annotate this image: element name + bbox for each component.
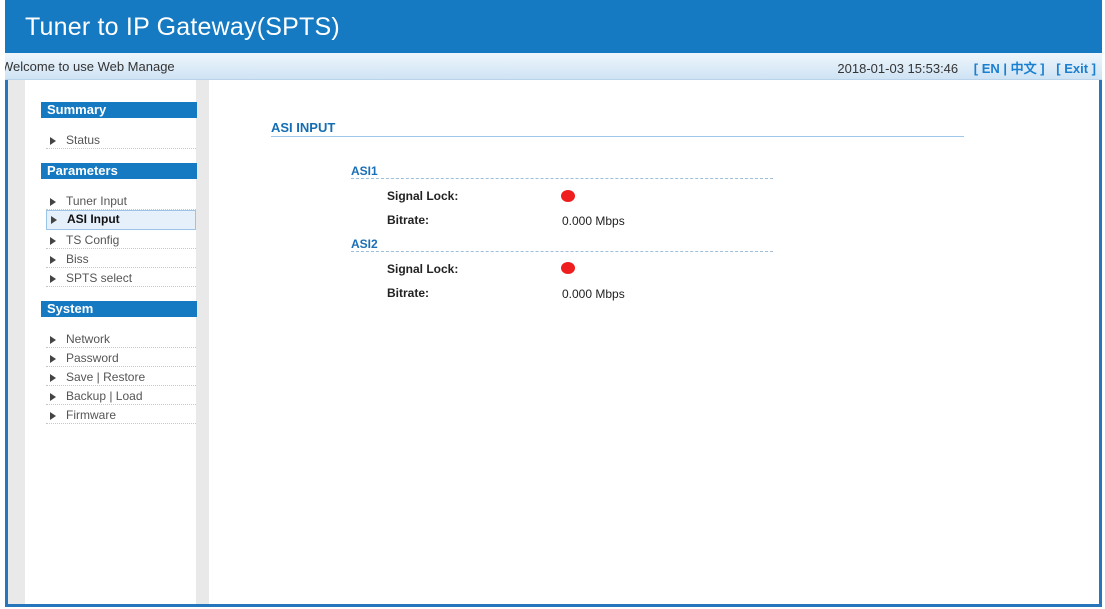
top-bar-right: 2018-01-03 15:53:46 [ EN | 中文 ] [ Exit ] — [837, 58, 1096, 77]
bitrate-value: 0.000 Mbps — [562, 214, 625, 228]
title-divider — [271, 136, 964, 137]
sidebar-item-tuner-input[interactable]: Tuner Input — [46, 193, 196, 210]
group-title-asi1: ASI1 — [351, 164, 378, 178]
triangle-right-icon — [50, 373, 56, 382]
sidebar-section-parameters: Parameters — [41, 163, 211, 179]
app-header: Tuner to IP Gateway(SPTS) — [5, 0, 1102, 53]
datetime: 2018-01-03 15:53:46 — [837, 61, 959, 76]
sidebar: Summary Status Parameters Tuner Input AS… — [25, 80, 211, 604]
bitrate-label: Bitrate: — [387, 286, 430, 300]
welcome-text: Welcome to use Web Manage — [5, 59, 175, 74]
triangle-right-icon — [50, 354, 56, 363]
signal-lock-label: Signal Lock: — [387, 189, 459, 203]
window-frame: Tuner to IP Gateway(SPTS) Welcome to use… — [5, 0, 1102, 607]
app-title: Tuner to IP Gateway(SPTS) — [25, 13, 340, 41]
sidebar-item-backup-load[interactable]: Backup | Load — [46, 388, 196, 405]
signal-lock-label: Signal Lock: — [387, 262, 459, 276]
group-divider — [351, 178, 773, 179]
sidebar-gutter — [197, 80, 209, 604]
sidebar-item-save-restore[interactable]: Save | Restore — [46, 369, 196, 386]
triangle-right-icon — [50, 274, 56, 283]
triangle-right-icon — [50, 392, 56, 401]
main-content: ASI INPUT ASI1 Signal Lock: Bitrate: 0.0… — [209, 80, 1099, 604]
status-dot-icon — [561, 262, 575, 274]
triangle-right-icon — [50, 411, 56, 420]
group-title-asi2: ASI2 — [351, 237, 378, 251]
triangle-right-icon — [50, 136, 56, 145]
language-switch: [ EN | 中文 ] — [973, 61, 1045, 76]
sidebar-item-network[interactable]: Network — [46, 331, 196, 348]
sidebar-item-asi-input[interactable]: ASI Input — [46, 210, 196, 230]
sidebar-item-spts-select[interactable]: SPTS select — [46, 270, 196, 287]
triangle-right-icon — [50, 197, 56, 206]
page-title: ASI INPUT — [271, 120, 336, 135]
triangle-right-icon — [50, 335, 56, 344]
sidebar-item-password[interactable]: Password — [46, 350, 196, 367]
sidebar-section-system: System — [41, 301, 211, 317]
bitrate-value: 0.000 Mbps — [562, 287, 625, 301]
sidebar-section-summary: Summary — [41, 102, 211, 118]
sidebar-item-firmware[interactable]: Firmware — [46, 407, 196, 424]
sidebar-item-status[interactable]: Status — [46, 132, 196, 149]
top-bar: Welcome to use Web Manage 2018-01-03 15:… — [5, 53, 1102, 80]
group-divider — [351, 251, 773, 252]
triangle-right-icon — [51, 215, 57, 224]
status-dot-icon — [561, 190, 575, 202]
sidebar-item-biss[interactable]: Biss — [46, 251, 196, 268]
triangle-right-icon — [50, 236, 56, 245]
exit-link[interactable]: [ Exit ] — [1056, 61, 1096, 76]
sidebar-item-ts-config[interactable]: TS Config — [46, 232, 196, 249]
triangle-right-icon — [50, 255, 56, 264]
bitrate-label: Bitrate: — [387, 213, 430, 227]
lang-en-link[interactable]: EN — [982, 61, 1000, 76]
lang-zh-link[interactable]: 中文 — [1011, 61, 1037, 76]
